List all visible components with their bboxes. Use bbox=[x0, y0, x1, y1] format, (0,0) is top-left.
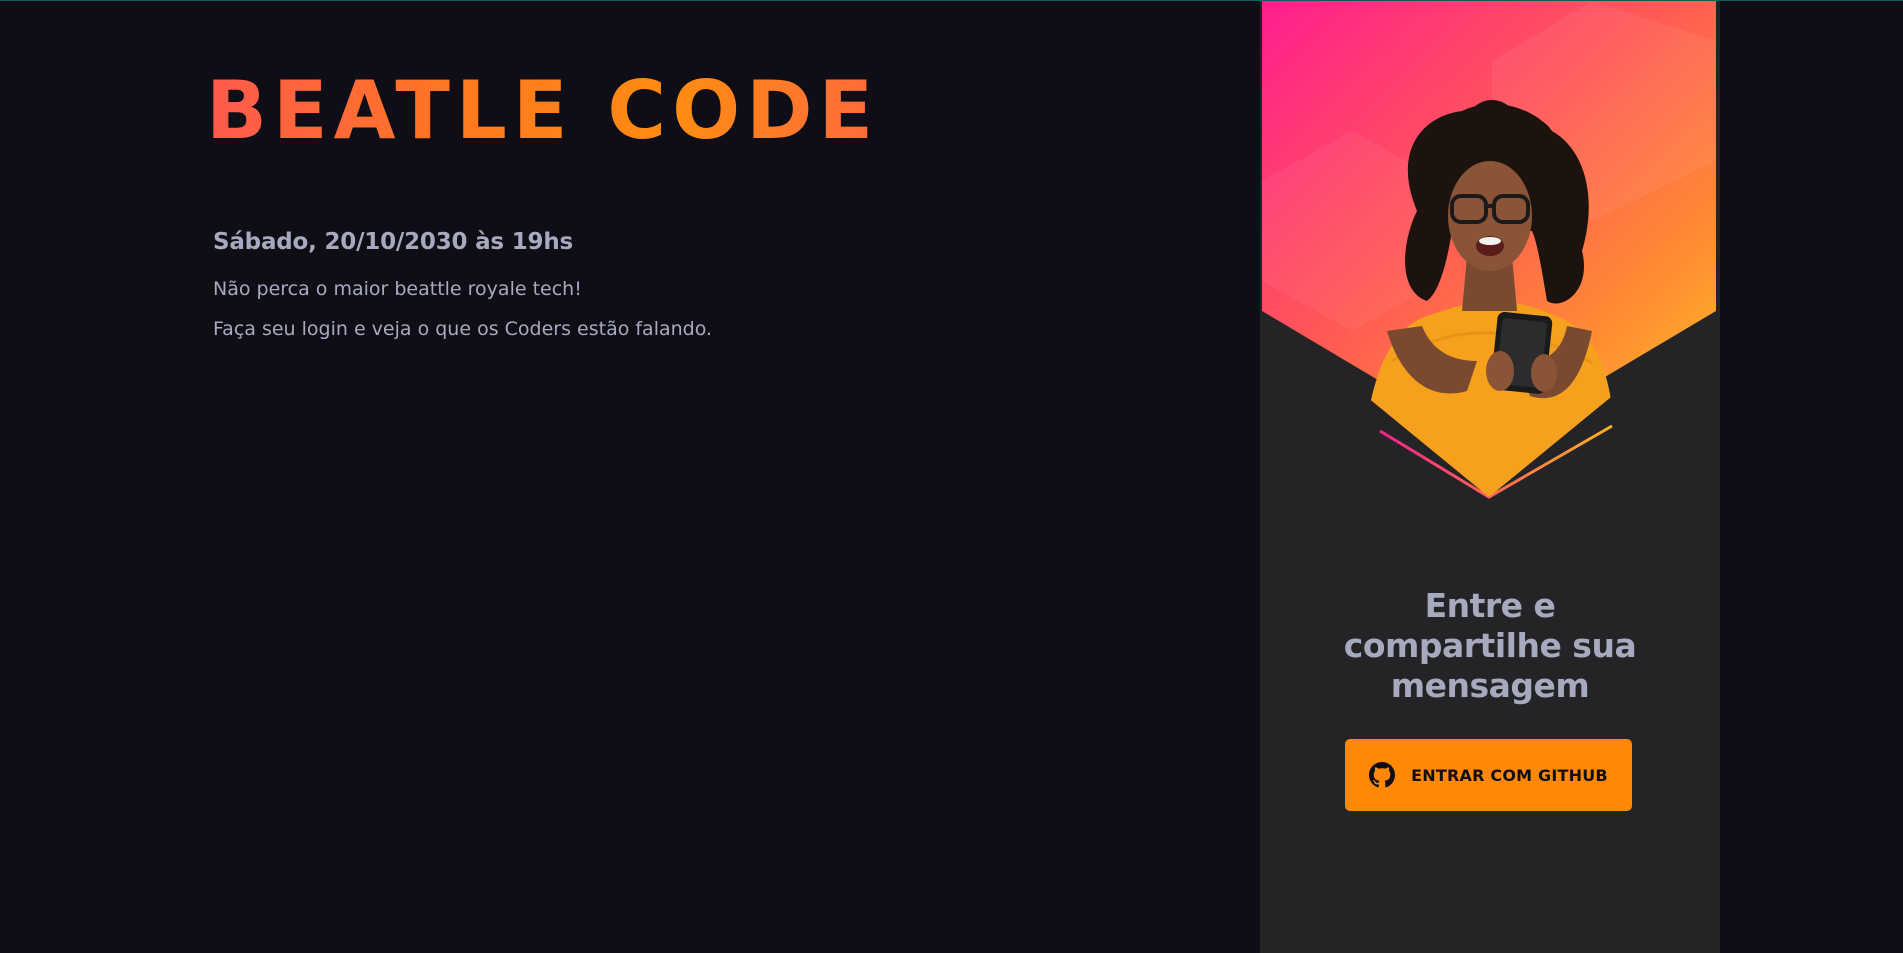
github-icon bbox=[1369, 762, 1396, 788]
github-button-label: ENTRAR COM GITHUB bbox=[1411, 765, 1608, 785]
login-panel: Entre e compartilhe sua mensagem ENTRAR … bbox=[1260, 1, 1720, 953]
login-title-line: mensagem bbox=[1390, 666, 1590, 705]
right-margin bbox=[1720, 1, 1903, 953]
banner-image bbox=[1262, 1, 1716, 501]
login-title-line: compartilhe sua bbox=[1343, 626, 1637, 665]
description-line: Não perca o maior beattle royale tech! bbox=[213, 278, 582, 300]
woman-with-phone-photo bbox=[1262, 1, 1716, 499]
event-description: Não perca o maior beattle royale tech! F… bbox=[213, 269, 879, 349]
logo: BEATLE CODE bbox=[206, 64, 880, 157]
event-info: BEATLE CODE Sábado, 20/10/2030 às 19hs N… bbox=[206, 71, 879, 349]
event-date: Sábado, 20/10/2030 às 19hs bbox=[213, 229, 574, 255]
github-login-button[interactable]: ENTRAR COM GITHUB bbox=[1345, 739, 1632, 811]
login-title-line: Entre e bbox=[1424, 586, 1556, 625]
page: BEATLE CODE Sábado, 20/10/2030 às 19hs N… bbox=[0, 0, 1903, 953]
description-line: Faça seu login e veja o que os Coders es… bbox=[213, 318, 713, 340]
login-title: Entre e compartilhe sua mensagem bbox=[1260, 586, 1720, 706]
